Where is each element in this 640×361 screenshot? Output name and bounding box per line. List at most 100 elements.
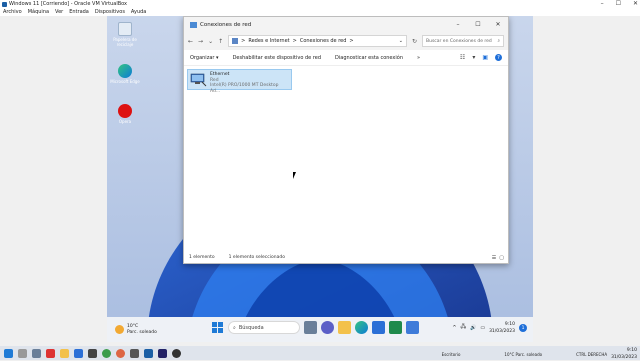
forward-arrow-icon[interactable]: →	[198, 38, 203, 45]
edge-icon	[118, 64, 132, 78]
vbox-maximize-button[interactable]: ☐	[616, 0, 621, 7]
host-app-icon[interactable]	[116, 348, 125, 358]
taskbar-search-label: Búsqueda	[238, 324, 264, 331]
status-view-toggles: ☰ ▢	[492, 255, 508, 261]
status-selected-count: 1 elemento seleccionado	[228, 255, 285, 260]
mouse-cursor-icon	[293, 172, 296, 179]
xbox-icon[interactable]	[389, 321, 402, 334]
desktop-icon-recycle-bin[interactable]: Papelera de reciclaje	[109, 22, 141, 47]
host-chrome-icon[interactable]	[102, 348, 111, 358]
taskbar-search[interactable]: ⌕ Búsqueda	[228, 321, 300, 334]
host-search-icon[interactable]	[18, 348, 27, 358]
address-bar[interactable]: > Redes e Internet > Conexiones de red >…	[228, 35, 407, 47]
organize-button[interactable]: Organizar ▾	[190, 55, 219, 61]
clock-time: 9:10	[504, 322, 515, 327]
host-taskbar: Escritorio 10°C Parc. soleado CTRL DEREC…	[0, 346, 640, 360]
menu-entrada[interactable]: Entrada	[69, 9, 89, 15]
network-connections-taskbar-icon[interactable]	[406, 321, 419, 334]
desktop-icon-edge[interactable]: Microsoft Edge	[109, 64, 141, 84]
menu-ayuda[interactable]: Ayuda	[131, 9, 146, 15]
volume-icon[interactable]: 🔊	[470, 325, 476, 331]
vbox-menubar: Archivo Máquina Ver Entrada Dispositivos…	[0, 8, 640, 16]
clock[interactable]: 9:10 31/03/2023	[489, 321, 515, 335]
vbox-close-button[interactable]: ✕	[633, 0, 638, 7]
menu-dispositivos[interactable]: Dispositivos	[95, 9, 125, 15]
host-clock[interactable]: 9:10 31/03/2023	[611, 347, 637, 361]
breadcrumb-separator: >	[292, 38, 297, 44]
diagnose-connection-button[interactable]: Diagnosticar esta conexión	[335, 55, 403, 61]
guest-taskbar: 10°C Parc. soleado ⌕ Búsqueda ^ 🖧 🔊 ▭ 9:…	[107, 317, 533, 342]
window-title: Conexiones de red	[200, 21, 252, 28]
maximize-button[interactable]: ☐	[468, 17, 488, 32]
host-app-icon[interactable]	[130, 348, 139, 358]
ethernet-adapter-icon	[190, 72, 207, 87]
host-task-view-icon[interactable]	[32, 348, 41, 358]
desktop-icon-label: Opera	[118, 119, 132, 124]
breadcrumb-separator: >	[241, 38, 246, 44]
connection-adapter: Intel(R) PRO/1000 MT Desktop Ad...	[210, 83, 279, 94]
vbox-title: Windows 11 [Corriendo] - Oracle VM Virtu…	[0, 1, 127, 7]
view-dropdown-icon[interactable]: ▾	[472, 54, 475, 61]
minimize-button[interactable]: –	[448, 17, 468, 32]
host-app-icon[interactable]	[74, 348, 83, 358]
menu-ver[interactable]: Ver	[55, 9, 63, 15]
preview-pane-icon[interactable]: ▣	[482, 54, 488, 61]
host-escritorio-label[interactable]: Escritorio	[442, 352, 461, 357]
desktop-icon-label: Microsoft Edge	[110, 79, 140, 84]
control-panel-icon	[232, 38, 239, 44]
network-icon[interactable]: 🖧	[461, 324, 467, 332]
breadcrumb-conexiones-red[interactable]: Conexiones de red	[300, 38, 347, 44]
notification-badge[interactable]: 1	[519, 324, 527, 332]
ethernet-details: Ethernet Red Intel(R) PRO/1000 MT Deskto…	[210, 72, 289, 94]
host-app-icon[interactable]	[158, 348, 167, 358]
desktop-icon-opera[interactable]: Opera	[109, 104, 141, 124]
host-clock-time: 9:10	[626, 348, 637, 353]
store-icon[interactable]	[372, 321, 385, 334]
vbox-minimize-button[interactable]: –	[601, 0, 604, 7]
battery-icon[interactable]: ▭	[480, 325, 485, 331]
opera-icon	[118, 104, 132, 118]
guest-screen: Papelera de reciclaje Microsoft Edge Ope…	[107, 16, 533, 342]
clock-date: 31/03/2023	[489, 329, 515, 334]
weather-widget[interactable]: 10°C Parc. soleado	[107, 324, 157, 335]
start-button[interactable]	[211, 321, 224, 334]
file-explorer-icon[interactable]	[338, 321, 351, 334]
menu-archivo[interactable]: Archivo	[3, 9, 22, 15]
disable-device-button[interactable]: Deshabilitar este dispositivo de red	[233, 55, 321, 61]
virtualbox-logo-icon	[2, 1, 7, 7]
host-start-icon[interactable]	[4, 348, 13, 358]
host-app-icon[interactable]	[172, 348, 181, 358]
sun-icon	[115, 325, 124, 334]
host-weather[interactable]: 10°C Parc. soleado	[504, 352, 542, 357]
address-row: ← → ⌄ ↑ > Redes e Internet > Conexiones …	[184, 32, 508, 50]
breadcrumb-redes-internet[interactable]: Redes e Internet	[248, 38, 289, 44]
edge-icon[interactable]	[355, 321, 368, 334]
search-placeholder: Buscar en Conexiones de red	[426, 38, 492, 44]
details-view-icon[interactable]: ☰	[492, 255, 496, 261]
chat-icon[interactable]	[321, 321, 334, 334]
refresh-icon[interactable]: ↻	[412, 38, 417, 45]
large-icons-view-icon[interactable]: ▢	[499, 255, 504, 261]
task-view-icon[interactable]	[304, 321, 317, 334]
tray-chevron-icon[interactable]: ^	[452, 325, 456, 331]
view-options-icon[interactable]: ☷	[460, 54, 465, 61]
more-commands-button[interactable]: »	[417, 55, 420, 61]
ethernet-connection-item[interactable]: Ethernet Red Intel(R) PRO/1000 MT Deskto…	[187, 69, 292, 94]
network-connections-icon	[190, 21, 197, 28]
search-input[interactable]: Buscar en Conexiones de red ⌕	[422, 35, 504, 47]
status-item-count: 1 elemento	[189, 255, 215, 260]
close-button[interactable]: ✕	[488, 17, 508, 32]
command-bar: Organizar ▾ Deshabilitar este dispositiv…	[184, 50, 508, 66]
host-app-icon[interactable]	[46, 348, 55, 358]
host-taskbar-apps	[0, 348, 181, 358]
recycle-bin-icon	[118, 22, 132, 36]
host-virtualbox-icon[interactable]	[144, 348, 153, 358]
host-app-icon[interactable]	[88, 348, 97, 358]
back-arrow-icon[interactable]: ←	[188, 38, 193, 45]
up-arrow-icon[interactable]: ↑	[218, 38, 223, 45]
address-dropdown-icon[interactable]: ⌄	[399, 38, 406, 44]
host-file-explorer-icon[interactable]	[60, 348, 69, 358]
help-icon[interactable]: ?	[495, 54, 502, 61]
recent-chevron-icon[interactable]: ⌄	[208, 38, 213, 45]
menu-maquina[interactable]: Máquina	[28, 9, 49, 15]
